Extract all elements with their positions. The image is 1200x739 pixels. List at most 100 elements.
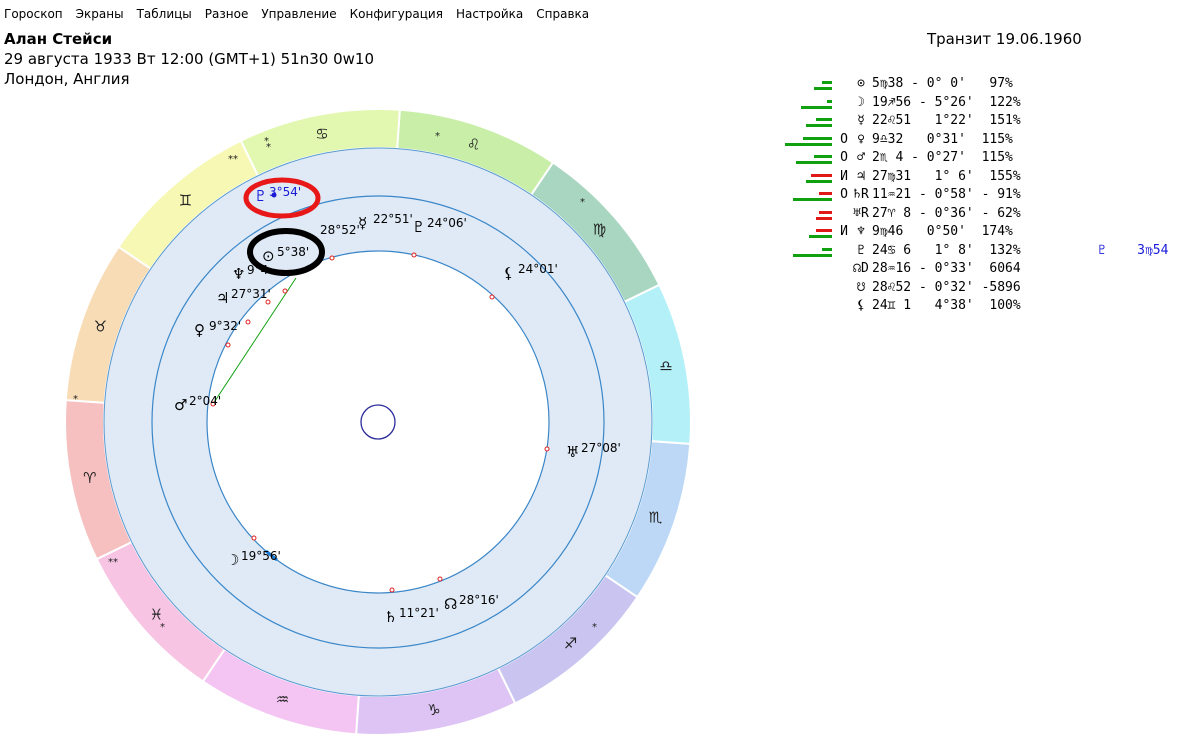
aspect-dot: [389, 587, 395, 593]
strength-bars: [780, 75, 836, 93]
strength-bar: [806, 179, 832, 183]
planet-degree: 9°32': [209, 319, 241, 333]
aspect-dot: [245, 319, 251, 325]
planet-degree: 28°16': [459, 593, 499, 607]
horoscope-wheel[interactable]: ♌♋♊♉♈♓♒♑♐♏♎♍********* **⊙ 5°38'♇ 3°54'28°52…: [0, 0, 780, 739]
planet-label-2: 28°52': [320, 223, 360, 237]
planet-glyph: ♅: [566, 443, 579, 461]
planet-glyph: ♂: [174, 396, 187, 414]
zodiac-sign-glyph: ♓: [150, 606, 163, 624]
planet-symbol: ☊D: [853, 261, 869, 276]
strength-bar: [819, 210, 832, 214]
strength-bars: [780, 149, 836, 167]
planet-flag: O: [840, 187, 848, 202]
planet-glyph: ♆: [232, 265, 245, 283]
planet-position: 27♈ 8 - 0°36' - 62%: [872, 205, 1021, 221]
planet-degree: 22°51': [373, 212, 413, 226]
strength-bars: [780, 223, 836, 241]
planet-degree: 19°56': [241, 549, 281, 563]
planet-glyph: ♄: [384, 608, 397, 626]
planet-symbol: ⚸: [856, 298, 866, 313]
aspect-dot: [251, 535, 257, 541]
star-mark: *: [592, 622, 597, 633]
star-mark: *: [264, 136, 269, 147]
zodiac-sign-glyph: ♋: [315, 125, 328, 143]
zodiac-sign-glyph: ♉: [94, 317, 107, 335]
strength-bar: [785, 142, 832, 146]
aspect-dot: [329, 255, 335, 261]
planet-degree: 24°01': [518, 262, 558, 276]
planet-position: 9♎32 0°31' 115%: [872, 131, 1013, 147]
planet-glyph: ♇: [254, 187, 267, 205]
zodiac-sign-glyph: ♑: [427, 701, 440, 719]
planet-position: 28♌52 - 0°32' -5896: [872, 279, 1021, 295]
strength-bars: [780, 279, 836, 297]
zodiac-sign-glyph: ♎: [659, 357, 672, 375]
aspect-dot: [544, 446, 550, 452]
strength-bar: [801, 105, 832, 109]
strength-bar: [803, 136, 832, 140]
planet-glyph: ☊: [444, 595, 457, 613]
zodiac-sign-glyph: ♈: [83, 469, 96, 487]
planet-symbol: ♀: [857, 131, 865, 147]
planet-position: 22♌51 1°22' 151%: [872, 113, 1021, 128]
strength-bar: [814, 87, 832, 90]
planet-glyph: ☿: [358, 214, 367, 232]
planet-position: 19♐56 - 5°26' 122%: [872, 94, 1021, 110]
planet-position: 24♋ 6 1° 8' 132%: [872, 242, 1021, 258]
planet-position: 2♏ 4 - 0°27' 115%: [872, 150, 1013, 165]
strength-bar: [816, 216, 832, 220]
star-mark: *: [580, 197, 585, 208]
zodiac-sign-glyph: ♊: [179, 191, 192, 209]
transit-date: Транзит 19.06.1960: [927, 30, 1082, 48]
planet-glyph: ♀: [194, 321, 205, 339]
aspect-dot: [437, 576, 443, 582]
planet-degree: 24°06': [427, 216, 467, 230]
zodiac-sign-glyph: ♍: [593, 220, 606, 238]
strength-bars: [780, 112, 836, 130]
planet-symbol: ♇: [857, 242, 865, 258]
planet-glyph: ☽: [226, 551, 239, 569]
strength-bars: [780, 131, 836, 149]
planet-glyph: ♇: [412, 218, 425, 236]
planet-position: 9♍46 0°50' 174%: [872, 224, 1013, 239]
planet-symbol: ♃: [857, 168, 865, 184]
strength-bars: [780, 260, 836, 278]
planet-degree: 5°38': [277, 245, 309, 259]
strength-bar: [796, 161, 832, 164]
strength-bar: [827, 99, 832, 103]
planet-position: 27♍31 1° 6' 155%: [872, 168, 1021, 184]
planet-position: 5♍38 - 0° 0' 97%: [872, 76, 1013, 91]
aspect-dot: [282, 288, 288, 294]
strength-bar: [822, 247, 832, 251]
planet-symbol: ♂: [857, 150, 865, 165]
planet-degree: 27°08': [581, 441, 621, 455]
star-mark: **: [228, 154, 238, 165]
strength-bar: [814, 155, 832, 158]
star-mark: *: [73, 394, 78, 405]
strength-bars: [780, 186, 836, 204]
planet-flag: O: [840, 131, 848, 147]
planet-symbol: ☽: [857, 94, 865, 110]
planet-symbol: ☋: [857, 279, 865, 295]
zodiac-sign-glyph: ♒: [276, 691, 289, 709]
planet-glyph: ♃: [216, 289, 229, 307]
planet-symbol: ♅R: [853, 205, 869, 221]
strength-bar: [816, 229, 832, 232]
planet-degree: 2°04': [189, 394, 221, 408]
planet-symbol: ☿: [857, 113, 865, 128]
planet-symbol: ⊙: [857, 76, 865, 91]
planet-flag: И: [840, 224, 848, 239]
planet-flag: И: [840, 168, 848, 184]
planet-flag: O: [840, 150, 848, 165]
planet-symbol: ♆: [857, 224, 865, 239]
strength-bars: [780, 205, 836, 223]
planet-position: 11♒21 - 0°58' - 91%: [872, 187, 1021, 202]
transit-extra: ♇ 3♍54: [1098, 242, 1169, 258]
star-mark: *: [160, 622, 165, 633]
aspect-dot: [489, 294, 495, 300]
strength-bar: [793, 253, 832, 257]
planet-degree: 3°54': [269, 185, 301, 199]
strength-bar: [816, 118, 832, 121]
zodiac-sign-glyph: ♌: [467, 135, 480, 153]
